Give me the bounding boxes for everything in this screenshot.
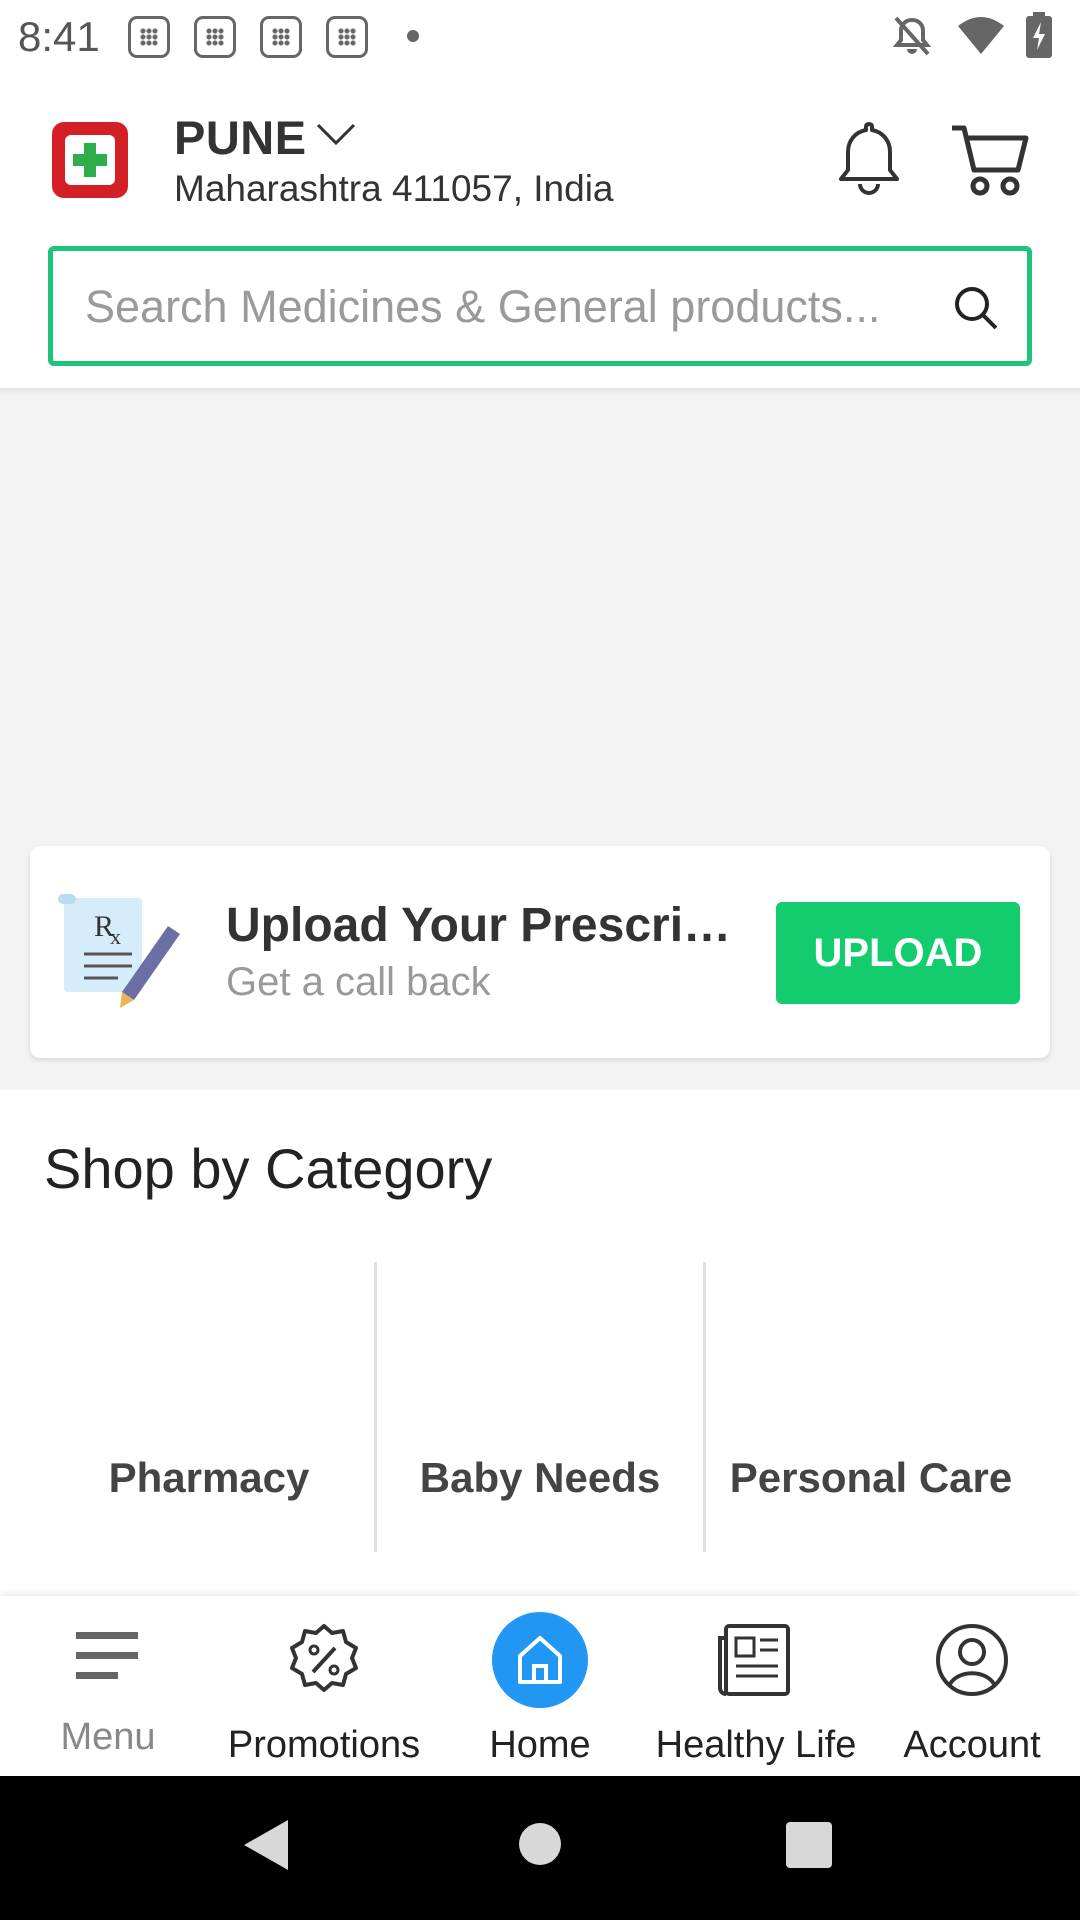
status-time: 8:41 — [18, 13, 100, 60]
category-label: Personal Care — [729, 1454, 1013, 1501]
prescription-title: Upload Your Prescript… — [226, 899, 746, 952]
promotions-icon — [290, 1624, 358, 1692]
back-icon[interactable] — [244, 1820, 290, 1870]
upload-button[interactable]: UPLOAD — [776, 902, 1020, 1004]
app-logo — [52, 122, 128, 198]
newspaper-icon — [718, 1624, 790, 1696]
notification-icon — [194, 16, 236, 58]
bell-off-icon — [892, 16, 932, 56]
battery-charging-icon — [1026, 12, 1052, 58]
notification-icon — [326, 16, 368, 58]
section-title: Shop by Category — [44, 1137, 493, 1200]
category-label: Pharmacy — [108, 1454, 310, 1501]
nav-label: Promotions — [227, 1724, 421, 1766]
category-label: Baby Needs — [419, 1454, 661, 1501]
search-input[interactable] — [83, 271, 907, 343]
divider — [0, 388, 1080, 396]
nav-label: Home — [489, 1724, 591, 1766]
nav-item-account[interactable]: Account — [864, 1596, 1080, 1776]
category-personal-care[interactable]: Personal Care — [706, 1262, 1036, 1552]
bottom-nav: Menu Promotions Home Healthy Life Accoun… — [0, 1596, 1080, 1776]
category-baby-needs[interactable]: Baby Needs — [375, 1262, 705, 1552]
chevron-down-icon[interactable] — [316, 122, 356, 146]
nav-item-home[interactable]: Home — [432, 1596, 648, 1776]
location-city[interactable]: PUNE — [174, 110, 307, 165]
prescription-subtitle: Get a call back — [226, 960, 491, 1004]
home-circle-icon[interactable] — [518, 1822, 562, 1866]
svg-text:x: x — [110, 924, 121, 949]
search-icon[interactable] — [953, 285, 999, 331]
wifi-icon — [958, 17, 1004, 54]
nav-item-menu[interactable]: Menu — [0, 1596, 216, 1776]
nav-label: Account — [903, 1724, 1041, 1766]
bell-icon[interactable] — [836, 120, 902, 196]
cart-icon[interactable] — [950, 120, 1030, 200]
recents-icon[interactable] — [786, 1822, 832, 1868]
prescription-icon: R x — [58, 894, 180, 1008]
home-icon — [492, 1612, 588, 1708]
notification-icon — [128, 16, 170, 58]
location-address[interactable]: Maharashtra 411057, India — [174, 168, 614, 210]
nav-item-promotions[interactable]: Promotions — [216, 1596, 432, 1776]
menu-icon — [76, 1632, 138, 1679]
nav-label: Menu — [60, 1716, 156, 1758]
more-notifications-dot — [407, 30, 419, 42]
search-box[interactable] — [48, 246, 1032, 366]
nav-item-healthy-life[interactable]: Healthy Life — [648, 1596, 864, 1776]
system-nav-bar — [0, 1776, 1080, 1920]
prescription-card[interactable]: R x Upload Your Prescript… Get a call ba… — [30, 846, 1050, 1058]
notification-icon — [260, 16, 302, 58]
account-icon — [936, 1624, 1008, 1696]
category-pharmacy[interactable]: Pharmacy — [44, 1262, 374, 1552]
nav-label: Healthy Life — [655, 1724, 857, 1766]
